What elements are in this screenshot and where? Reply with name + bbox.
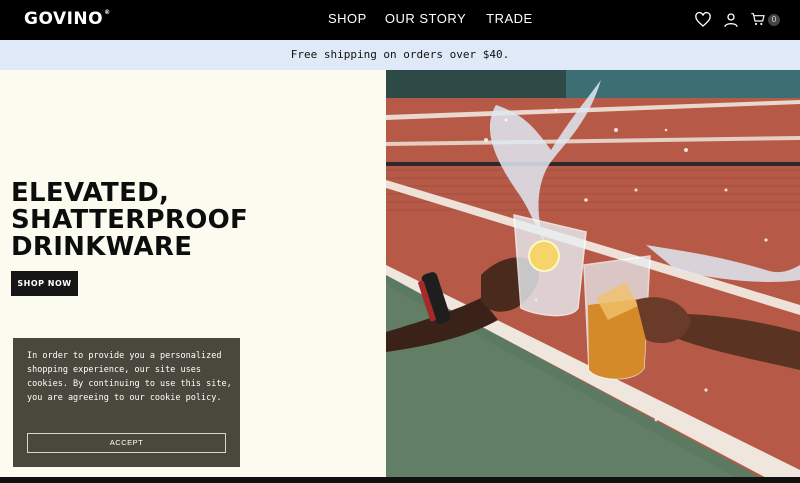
- nav-shop[interactable]: SHOP: [328, 11, 367, 26]
- heart-icon[interactable]: [694, 11, 712, 29]
- logo[interactable]: GOVINO®: [24, 9, 111, 29]
- cart-count-badge: 0: [768, 14, 780, 26]
- hero-image: [386, 70, 800, 483]
- headline-line-1: ELEVATED,: [11, 178, 170, 208]
- header-icons: 0: [686, 11, 780, 29]
- logo-mark: ®: [104, 9, 111, 16]
- hero-photo: [386, 70, 800, 483]
- shop-now-button[interactable]: SHOP NOW: [11, 271, 78, 296]
- cookie-message: In order to provide you a personalized s…: [27, 351, 232, 403]
- cookie-banner: In order to provide you a personalized s…: [13, 338, 240, 467]
- site-header: GOVINO® SHOP OUR STORY TRADE 0: [0, 0, 800, 40]
- hero-headline: ELEVATED, SHATTERPROOF DRINKWARE: [11, 180, 381, 261]
- main-nav: SHOP OUR STORY TRADE: [328, 11, 533, 26]
- promo-text: Free shipping on orders over $40.: [290, 48, 510, 61]
- nav-trade[interactable]: TRADE: [486, 11, 533, 26]
- headline-line-2: SHATTERPROOF: [11, 205, 249, 235]
- promo-banner: Free shipping on orders over $40.: [0, 40, 800, 70]
- logo-text[interactable]: GOVINO: [24, 9, 103, 29]
- user-icon[interactable]: [722, 11, 740, 29]
- headline-line-3: DRINKWARE: [11, 232, 193, 262]
- accept-cookies-button[interactable]: ACCEPT: [27, 433, 226, 453]
- bottom-edge: [0, 477, 800, 483]
- cart-icon[interactable]: [750, 11, 766, 29]
- nav-our-story[interactable]: OUR STORY: [385, 11, 466, 26]
